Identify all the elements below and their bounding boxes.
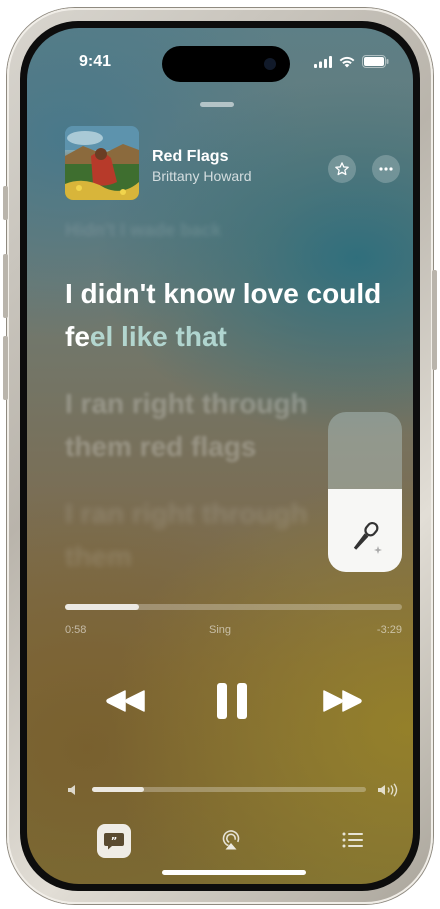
volume-up-button	[3, 254, 8, 318]
track-title: Red Flags	[152, 148, 229, 165]
lyrics-quote-icon: ”	[104, 833, 124, 850]
status-icons	[314, 55, 389, 68]
sheet-grabber[interactable]	[200, 102, 234, 107]
wifi-icon	[339, 56, 355, 67]
track-artist[interactable]: Brittany Howard	[152, 168, 252, 184]
phone-frame: 9:41 Red Flags Brittany Howard Hidn't I …	[3, 8, 437, 904]
volume-down-button	[3, 336, 8, 400]
star-icon	[335, 162, 349, 176]
pause-button[interactable]	[207, 676, 257, 726]
lyric-following-line[interactable]: I ran right through them	[65, 492, 365, 578]
microphone-icon	[353, 521, 382, 554]
rewind-button[interactable]	[101, 676, 151, 726]
volume-slider-fill	[92, 787, 145, 792]
remaining-time: -3:29	[376, 624, 402, 636]
lyrics-button[interactable]: ”	[97, 824, 131, 858]
dynamic-island	[162, 46, 290, 82]
elapsed-time: 0:58	[65, 624, 87, 636]
vocal-volume-slider[interactable]	[328, 412, 402, 572]
screen: 9:41 Red Flags Brittany Howard Hidn't I …	[27, 28, 413, 884]
lyric-upcoming-portion: el like that	[89, 321, 227, 352]
lyric-current-line[interactable]: I didn't know love could feel like that	[65, 272, 385, 358]
lyric-previous-line[interactable]: Hidn't I wade back	[65, 220, 385, 241]
airplay-button[interactable]	[220, 829, 242, 856]
home-indicator[interactable]	[162, 870, 306, 875]
favorite-button[interactable]	[328, 155, 356, 183]
queue-button[interactable]	[342, 831, 364, 854]
airplay-icon	[222, 830, 240, 850]
queue-list-icon	[342, 832, 363, 848]
volume-low-icon	[68, 785, 75, 795]
volume-slider[interactable]	[92, 787, 366, 792]
fast-forward-button[interactable]	[317, 676, 367, 726]
more-options-button[interactable]	[372, 155, 400, 183]
action-button	[3, 186, 8, 220]
ellipsis-icon	[379, 167, 393, 171]
lyric-next-line[interactable]: I ran right through them red flags	[65, 382, 365, 468]
fast-forward-icon	[323, 690, 362, 712]
cellular-signal-icon	[314, 55, 332, 68]
rewind-icon	[106, 690, 145, 712]
svg-text:”: ”	[111, 836, 118, 847]
sing-mode-label: Sing	[208, 624, 232, 636]
status-time: 9:41	[79, 53, 112, 70]
playback-progress-fill	[65, 604, 140, 610]
status-bar: 9:41	[27, 28, 413, 82]
camera-lens	[264, 58, 276, 70]
transport-controls	[27, 676, 413, 726]
album-artwork[interactable]	[65, 126, 139, 200]
volume-high-icon	[378, 783, 398, 797]
bottom-toolbar: ”	[27, 824, 413, 858]
pause-icon	[217, 683, 247, 719]
side-power-button	[432, 270, 437, 370]
album-artwork-image	[65, 126, 139, 200]
battery-icon	[362, 55, 389, 68]
playback-scrubber[interactable]	[65, 604, 402, 610]
